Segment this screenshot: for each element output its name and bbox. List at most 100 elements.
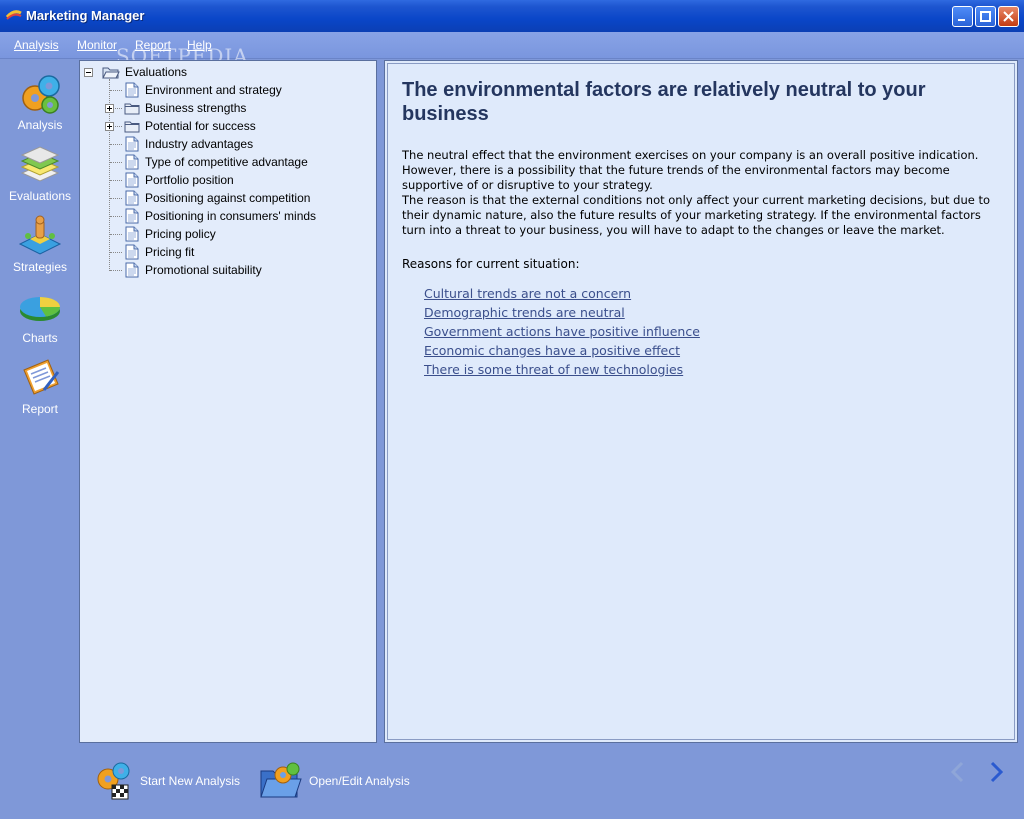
tree-connector bbox=[110, 162, 122, 163]
maximize-icon bbox=[980, 11, 991, 22]
gears-icon bbox=[22, 75, 60, 114]
document-icon bbox=[125, 154, 139, 170]
document-icon bbox=[125, 82, 139, 98]
tree-connector bbox=[110, 252, 122, 253]
tree-item-label: Potential for success bbox=[145, 119, 256, 133]
folder-icon bbox=[124, 121, 140, 133]
pie-chart-icon bbox=[20, 297, 60, 321]
document-icon bbox=[125, 244, 139, 260]
tree-item[interactable]: Pricing policy bbox=[80, 225, 370, 243]
sidebar-item-evaluations[interactable]: Evaluations bbox=[4, 135, 76, 203]
tree-item-label: Environment and strategy bbox=[145, 83, 282, 97]
content-frame: The environmental factors are relatively… bbox=[387, 63, 1015, 740]
tree-connector bbox=[110, 270, 122, 271]
expand-toggle[interactable] bbox=[105, 104, 114, 113]
tree-item[interactable]: Environment and strategy bbox=[80, 81, 370, 99]
menu-report[interactable]: Report bbox=[135, 38, 171, 52]
sidebar-item-charts[interactable]: Charts bbox=[4, 277, 76, 345]
document-icon bbox=[125, 190, 139, 206]
start-new-analysis-button[interactable]: Start New Analysis bbox=[94, 760, 240, 802]
chess-icon bbox=[18, 215, 62, 255]
tree-connector bbox=[110, 180, 122, 181]
reason-link[interactable]: There is some threat of new technologies bbox=[424, 360, 700, 379]
bottom-bar: Start New Analysis Open/Edit Analysis bbox=[0, 746, 1024, 819]
window-title: Marketing Manager bbox=[26, 8, 145, 23]
sidebar: Analysis Evaluations Strategies Charts R… bbox=[4, 60, 76, 746]
evaluations-tree: Evaluations Environment and strategy Busi… bbox=[79, 60, 377, 743]
description-paragraph: The neutral effect that the environment … bbox=[402, 148, 979, 192]
tree-item[interactable]: Potential for success bbox=[80, 117, 370, 135]
reason-link[interactable]: Cultural trends are not a concern bbox=[424, 284, 700, 303]
folder-icon bbox=[124, 103, 140, 115]
previous-button[interactable] bbox=[948, 760, 968, 784]
app-logo-icon bbox=[6, 10, 22, 20]
tree-item[interactable]: Promotional suitability bbox=[80, 261, 370, 279]
document-icon bbox=[125, 226, 139, 242]
start-new-analysis-label: Start New Analysis bbox=[140, 774, 241, 788]
folder-icon-wrap bbox=[124, 119, 140, 136]
title-bar: Marketing Manager bbox=[0, 0, 1024, 33]
open-edit-analysis-button[interactable]: Open/Edit Analysis bbox=[259, 760, 410, 802]
tree-connector bbox=[110, 144, 122, 145]
reason-link[interactable]: Economic changes have a positive effect bbox=[424, 341, 700, 360]
reasons-label: Reasons for current situation: bbox=[402, 257, 580, 271]
tree-item-label: Type of competitive advantage bbox=[145, 155, 308, 169]
minimize-button[interactable] bbox=[952, 6, 973, 27]
tree-item-label: Positioning against competition bbox=[145, 191, 311, 205]
tree-root-label: Evaluations bbox=[125, 65, 188, 79]
document-icon bbox=[125, 262, 139, 278]
reason-link[interactable]: Government actions have positive influen… bbox=[424, 322, 700, 341]
sidebar-item-label: Analysis bbox=[17, 118, 63, 132]
sidebar-item-label: Report bbox=[21, 402, 59, 416]
tree-item[interactable]: Pricing fit bbox=[80, 243, 370, 261]
menu-monitor[interactable]: Monitor bbox=[77, 38, 117, 52]
document-icon bbox=[125, 208, 139, 224]
layers-icon bbox=[20, 146, 60, 182]
collapse-toggle[interactable] bbox=[84, 68, 93, 77]
tree-item[interactable]: Industry advantages bbox=[80, 135, 370, 153]
tree-item-label: Industry advantages bbox=[145, 137, 254, 151]
maximize-button[interactable] bbox=[975, 6, 996, 27]
close-button[interactable] bbox=[998, 6, 1019, 27]
tree-connector bbox=[110, 216, 122, 217]
menu-help[interactable]: Help bbox=[187, 38, 212, 52]
close-icon bbox=[1003, 11, 1014, 22]
sidebar-item-label: Strategies bbox=[12, 260, 68, 274]
reason-link[interactable]: Demographic trends are neutral bbox=[424, 303, 700, 322]
open-folder-icon bbox=[102, 67, 120, 79]
sidebar-item-analysis[interactable]: Analysis bbox=[4, 64, 76, 132]
tree-item[interactable]: Positioning in consumers' minds bbox=[80, 207, 370, 225]
clipboard-icon bbox=[23, 359, 60, 395]
document-icon bbox=[125, 172, 139, 188]
open-folder-gears-icon bbox=[260, 762, 302, 798]
tree-item-label: Promotional suitability bbox=[145, 263, 262, 277]
description-paragraph: The reason is that the external conditio… bbox=[402, 193, 991, 237]
document-icon-wrap bbox=[125, 262, 139, 281]
tree-item-label: Pricing policy bbox=[145, 227, 216, 241]
tree-item[interactable]: Positioning against competition bbox=[80, 189, 370, 207]
reasons-list: Cultural trends are not a concern Demogr… bbox=[424, 284, 700, 379]
sidebar-item-label: Evaluations bbox=[8, 189, 72, 203]
expand-toggle[interactable] bbox=[105, 122, 114, 131]
tree-item[interactable]: Business strengths bbox=[80, 99, 370, 117]
menu-bar: Analysis Monitor Report Help bbox=[0, 32, 1024, 59]
sidebar-item-strategies[interactable]: Strategies bbox=[4, 206, 76, 274]
sidebar-item-label: Charts bbox=[22, 331, 58, 345]
tree-connector bbox=[110, 90, 122, 91]
content-panel: The environmental factors are relatively… bbox=[384, 60, 1018, 743]
tree-item[interactable]: Portfolio position bbox=[80, 171, 370, 189]
sidebar-item-report[interactable]: Report bbox=[4, 348, 76, 416]
folder-icon-wrap bbox=[124, 101, 140, 118]
open-edit-analysis-label: Open/Edit Analysis bbox=[309, 774, 410, 788]
page-title: The environmental factors are relatively… bbox=[402, 79, 926, 125]
arrow-left-icon bbox=[950, 761, 964, 783]
tree-connector bbox=[110, 198, 122, 199]
tree-item[interactable]: Type of competitive advantage bbox=[80, 153, 370, 171]
next-button[interactable] bbox=[986, 760, 1006, 784]
tree-item-label: Business strengths bbox=[145, 101, 247, 115]
tree-item-label: Positioning in consumers' minds bbox=[145, 209, 317, 223]
tree-item-label: Pricing fit bbox=[145, 245, 195, 259]
document-icon bbox=[125, 136, 139, 152]
tree-connector bbox=[110, 234, 122, 235]
menu-analysis[interactable]: Analysis bbox=[14, 38, 59, 52]
